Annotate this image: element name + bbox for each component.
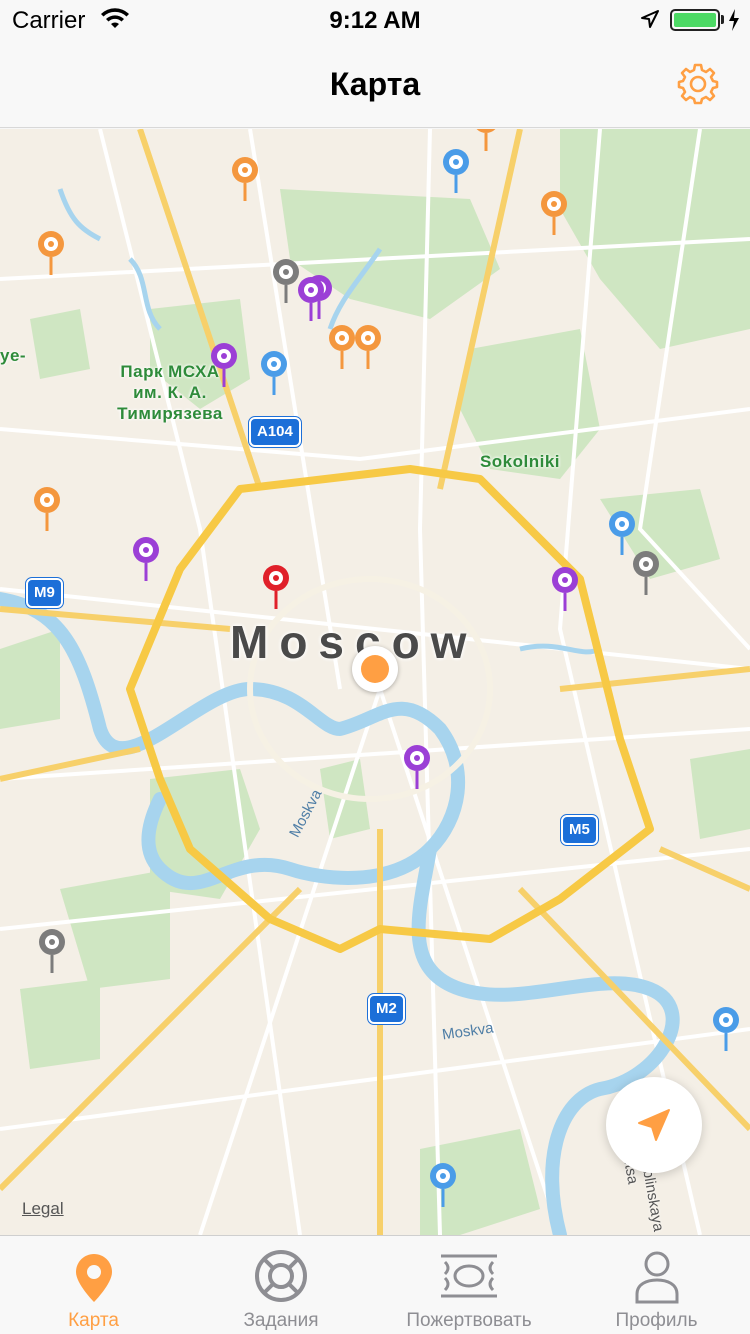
charging-icon <box>728 9 740 36</box>
tab-label: Задания <box>243 1310 319 1331</box>
location-arrow-icon <box>638 1109 670 1141</box>
map-pin[interactable] <box>35 229 67 277</box>
map-pin[interactable] <box>130 535 162 583</box>
person-icon <box>635 1251 678 1304</box>
map-pin[interactable] <box>295 275 327 323</box>
map-pin-purple-icon <box>298 277 324 321</box>
map-pin-orange-icon <box>232 157 258 201</box>
battery-tip <box>721 15 724 24</box>
navigation-bar: Карта <box>0 40 750 128</box>
road-shield: M5 <box>560 814 599 846</box>
map-pin-purple-icon <box>552 567 578 611</box>
map-pin[interactable] <box>36 927 68 975</box>
map-pin-orange-icon <box>38 231 64 275</box>
gear-icon <box>677 63 719 105</box>
tab-donate[interactable]: Пожертвовать <box>375 1236 563 1334</box>
map-pin[interactable] <box>258 349 290 397</box>
tab-label: Пожертвовать <box>406 1310 532 1331</box>
map-pin[interactable] <box>440 147 472 195</box>
tab-label: Карта <box>68 1310 119 1331</box>
map-pin[interactable] <box>470 129 502 153</box>
legal-link[interactable]: Legal <box>22 1199 64 1219</box>
map-pin-purple-icon <box>211 343 237 387</box>
map-pin-blue-icon <box>430 1163 456 1207</box>
locate-me-button[interactable] <box>606 1077 702 1173</box>
page-title: Карта <box>329 66 421 102</box>
map-pin-orange-icon <box>34 487 60 531</box>
map-pin[interactable] <box>401 743 433 791</box>
map-pin[interactable] <box>549 565 581 613</box>
map-pin[interactable] <box>630 549 662 597</box>
map-pin[interactable] <box>31 485 63 533</box>
map-pin[interactable] <box>208 341 240 389</box>
map-pin-icon <box>75 1254 112 1302</box>
tab-map[interactable]: Карта <box>0 1236 187 1334</box>
map-pin-gray-icon <box>633 551 659 595</box>
map-pin[interactable] <box>326 323 358 371</box>
tab-profile[interactable]: Профиль <box>563 1236 750 1334</box>
map-pin-orange-icon <box>476 129 496 151</box>
lifebuoy-icon <box>255 1250 307 1302</box>
map-pin-blue-icon <box>443 149 469 193</box>
park-sokolniki-label: Sokolniki <box>479 452 561 471</box>
map-pin-purple-icon <box>133 537 159 581</box>
status-bar: Carrier 9:12 AM <box>0 0 750 40</box>
tab-tasks[interactable]: Задания <box>187 1236 375 1334</box>
map-pin-purple-icon <box>404 745 430 789</box>
map-pin[interactable] <box>538 189 570 237</box>
map-pin[interactable] <box>260 563 292 611</box>
battery-fill <box>674 13 716 27</box>
tab-label: Профиль <box>615 1310 698 1331</box>
map-pin-gray-icon <box>39 929 65 973</box>
road-shield: M9 <box>25 577 64 609</box>
user-location-marker[interactable] <box>352 646 398 692</box>
map-pin[interactable] <box>229 155 261 203</box>
tab-bar: Карта Задания Пожертвовать Профиль <box>0 1235 750 1334</box>
map-pin-red-icon <box>263 565 289 609</box>
map-pin[interactable] <box>427 1161 459 1209</box>
map-view[interactable]: Парк МСХА им. К. А. Тимирязева Sokolniki y… <box>0 129 750 1235</box>
battery-icon <box>670 9 720 31</box>
map-pin-blue-icon <box>261 351 287 395</box>
map-pin[interactable] <box>710 1005 742 1053</box>
road-shield: A104 <box>248 416 302 448</box>
user-location-core <box>361 655 389 683</box>
road-shield: M2 <box>367 993 406 1025</box>
status-time: 9:12 AM <box>329 7 421 34</box>
map-pin-orange-icon <box>541 191 567 235</box>
banknote-icon <box>441 1254 497 1298</box>
partial-place-label: ye- <box>0 346 27 365</box>
map-pin-blue-icon <box>713 1007 739 1051</box>
map-pin-orange-icon <box>329 325 355 369</box>
location-services-icon <box>640 9 660 34</box>
settings-button[interactable] <box>676 62 720 106</box>
